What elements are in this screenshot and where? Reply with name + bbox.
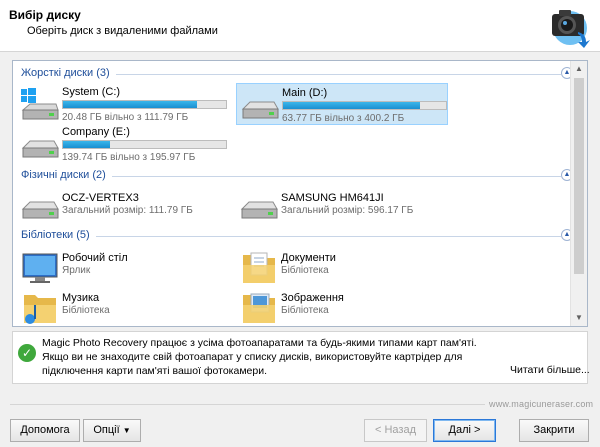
drive-name: System (C:) (62, 86, 121, 98)
hard-drive-icon (21, 201, 59, 219)
help-button[interactable]: Допомога (10, 419, 80, 442)
library-type: Бібліотека (281, 265, 329, 276)
music-folder-icon (24, 295, 56, 324)
website-watermark: www.magicuneraser.com (489, 399, 594, 409)
options-button[interactable]: Опції ▼ (83, 419, 141, 442)
library-name: Музика (62, 292, 100, 304)
library-type: Бібліотека (62, 305, 110, 316)
drive-list-panel: Жорсткі диски (3) ▲ System (C:) 20.48 ГБ… (12, 60, 588, 327)
usage-bar-fill (63, 101, 197, 108)
library-documents[interactable]: Документи Бібліотека (236, 249, 448, 285)
library-music[interactable]: Музика Бібліотека (17, 289, 229, 325)
drive-name: Main (D:) (282, 87, 328, 99)
drive-item-company-e[interactable]: Company (E:) 139.74 ГБ вільно з 195.97 Г… (17, 123, 229, 165)
back-button[interactable]: < Назад (364, 419, 427, 442)
scroll-up-arrow-icon[interactable]: ▲ (571, 61, 587, 77)
group-label-hard-drives: Жорсткі диски (3) (21, 67, 116, 79)
wizard-header: Вибір диску Оберіть диск з видаленими фа… (0, 0, 600, 52)
disk-total-size: Загальний розмір: 596.17 ГБ (281, 205, 414, 216)
drive-usage-bar (62, 100, 227, 109)
close-button[interactable]: Закрити (519, 419, 589, 442)
library-desktop[interactable]: Робочий стіл Ярлик (17, 249, 229, 285)
drive-name: Company (E:) (62, 126, 130, 138)
drive-item-main-d[interactable]: Main (D:) 63.77 ГБ вільно з 400.2 ГБ (236, 83, 448, 125)
group-libraries[interactable]: Бібліотеки (5) ▲ (21, 229, 573, 243)
drive-usage-bar (282, 101, 447, 110)
scrollbar-thumb[interactable] (574, 78, 584, 274)
next-button[interactable]: Далі > (433, 419, 496, 442)
drive-free-space: 20.48 ГБ вільно з 111.79 ГБ (62, 112, 189, 123)
usage-bar-fill (283, 102, 420, 109)
library-name: Робочий стіл (62, 252, 128, 264)
footer-divider (10, 404, 485, 405)
library-name: Зображення (281, 292, 344, 304)
physical-disk-samsung[interactable]: SAMSUNG HM641JI Загальний розмір: 596.17… (236, 189, 448, 221)
info-box: ✓ Magic Photo Recovery працює з усіма фо… (12, 331, 590, 384)
drive-free-space: 139.74 ГБ вільно з 195.97 ГБ (62, 152, 196, 163)
hard-drive-icon (21, 140, 59, 158)
drive-free-space: 63.77 ГБ вільно з 400.2 ГБ (282, 113, 405, 124)
disk-name: SAMSUNG HM641JI (281, 192, 384, 204)
desktop-icon (22, 253, 58, 283)
camera-recovery-icon (552, 10, 590, 48)
options-button-label: Опції (93, 424, 120, 436)
dropdown-arrow-icon: ▼ (122, 426, 131, 435)
checkmark-icon: ✓ (18, 344, 36, 362)
hard-drive-icon (241, 101, 279, 119)
physical-disk-ocz-vertex3[interactable]: OCZ-VERTEX3 Загальний розмір: 111.79 ГБ (17, 189, 229, 221)
read-more-link[interactable]: Читати більше... (510, 364, 590, 376)
wizard-subtitle: Оберіть диск з видаленими файлами (27, 25, 218, 37)
group-hard-drives[interactable]: Жорсткі диски (3) ▲ (21, 67, 573, 81)
hard-drive-icon (240, 201, 278, 219)
library-type: Ярлик (62, 265, 91, 276)
drive-item-system-c[interactable]: System (C:) 20.48 ГБ вільно з 111.79 ГБ (17, 83, 229, 125)
group-divider (21, 236, 561, 237)
disk-name: OCZ-VERTEX3 (62, 192, 139, 204)
documents-folder-icon (243, 252, 275, 283)
group-label-libraries: Бібліотеки (5) (21, 229, 96, 241)
usage-bar-fill (63, 141, 111, 148)
disk-total-size: Загальний розмір: 111.79 ГБ (62, 205, 193, 216)
wizard-title: Вибір диску (9, 8, 81, 22)
group-label-physical-disks: Фізичні диски (2) (21, 169, 112, 181)
library-type: Бібліотека (281, 305, 329, 316)
scroll-down-arrow-icon[interactable]: ▼ (571, 310, 587, 326)
group-physical-disks[interactable]: Фізичні диски (2) ▲ (21, 169, 573, 183)
drive-usage-bar (62, 140, 227, 149)
library-name: Документи (281, 252, 336, 264)
pictures-folder-icon (243, 293, 275, 323)
vertical-scrollbar[interactable]: ▲ ▼ (570, 61, 587, 326)
info-text: Magic Photo Recovery працює з усіма фото… (42, 337, 477, 377)
library-pictures[interactable]: Зображення Бібліотека (236, 289, 448, 325)
windows-system-drive-icon (21, 88, 59, 120)
